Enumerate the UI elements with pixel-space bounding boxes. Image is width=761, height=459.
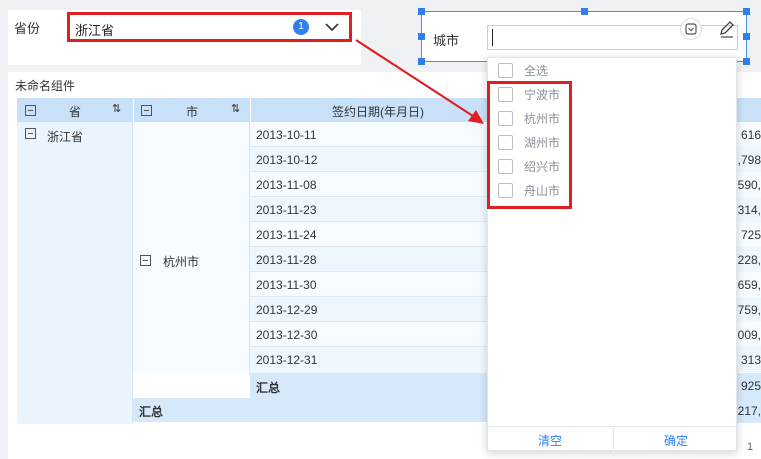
total-label: 汇总 — [139, 405, 164, 419]
province-select[interactable]: 浙江省 1 — [67, 12, 352, 42]
collapse-button[interactable] — [680, 18, 702, 40]
value-text: 759, — [737, 303, 761, 317]
city-value: 杭州市 — [163, 255, 200, 269]
value-text: 590, — [737, 178, 761, 192]
date-cell: 2013-12-30 — [256, 328, 318, 342]
highlight-box — [487, 81, 572, 209]
table-row: 2013-10-11 — [250, 122, 487, 147]
value-cell: 659, — [737, 272, 761, 297]
checkbox[interactable] — [498, 63, 513, 78]
table-row: 2013-10-12 — [250, 147, 487, 172]
option-label: 全选 — [524, 64, 549, 78]
resize-handle[interactable] — [581, 8, 588, 15]
divider — [613, 427, 614, 452]
date-cell: 2013-11-24 — [256, 228, 317, 242]
resize-handle[interactable] — [418, 33, 425, 40]
date-cell: 2013-10-11 — [256, 128, 317, 142]
city-filter-label: 城市 — [433, 33, 460, 48]
header-date-label: 签约日期(年月日) — [332, 105, 424, 119]
chevron-down-icon[interactable] — [322, 16, 342, 38]
city-cell: 杭州市 — [133, 122, 250, 374]
value-text: 009, — [737, 328, 761, 342]
resize-handle[interactable] — [418, 8, 425, 15]
value-text: 725 — [740, 228, 761, 242]
province-cell: 浙江省 — [17, 122, 133, 424]
value-text: 313 — [740, 353, 761, 367]
sort-icon[interactable]: ⇅ — [112, 102, 121, 115]
table-row: 2013-12-31 — [250, 347, 487, 374]
date-cell: 2013-12-31 — [256, 353, 318, 367]
collapse-icon[interactable] — [25, 105, 36, 116]
province-filter-label: 省份 — [14, 21, 41, 36]
value-cell: 725 — [737, 222, 761, 247]
collapse-icon[interactable] — [25, 128, 36, 139]
page-number: 1 — [747, 441, 754, 453]
total-row: 汇总 — [133, 398, 487, 422]
value-text: 659, — [737, 278, 761, 292]
resize-handle[interactable] — [743, 33, 750, 40]
value-cell: 313 — [737, 347, 761, 372]
text-caret — [492, 29, 493, 46]
header-date[interactable]: 签约日期(年月日) — [250, 98, 487, 122]
edit-pencil-icon[interactable] — [714, 17, 738, 41]
dropdown-footer: 清空 确定 — [488, 426, 736, 452]
date-cell: 2013-11-28 — [256, 253, 317, 267]
value-cell: ,798 — [737, 147, 761, 172]
table-row: 2013-11-24 — [250, 222, 487, 247]
clear-button[interactable]: 清空 — [538, 432, 562, 449]
value-cell: 217, — [737, 398, 761, 423]
value-cell: 314, — [737, 197, 761, 222]
header-value — [737, 98, 761, 122]
value-cell: 228, — [737, 247, 761, 272]
resize-handle[interactable] — [743, 8, 750, 15]
value-text: 616 — [740, 128, 761, 142]
selection-count-badge: 1 — [293, 19, 309, 35]
date-cell: 2013-11-23 — [256, 203, 317, 217]
resize-handle[interactable] — [743, 58, 750, 65]
table-row: 2013-12-29 — [250, 297, 487, 322]
value-cell: 590, — [737, 172, 761, 197]
value-cell: 759, — [737, 297, 761, 322]
collapse-icon[interactable] — [141, 105, 152, 116]
table-row: 2013-11-28 — [250, 247, 487, 272]
widget-title: 未命名组件 — [15, 79, 76, 93]
header-city[interactable]: 市 ⇅ — [133, 98, 250, 122]
value-text: 314, — [737, 203, 761, 217]
sort-icon[interactable]: ⇅ — [231, 102, 240, 115]
value-cell: 925 — [737, 373, 761, 398]
date-cell: 2013-11-30 — [256, 278, 317, 292]
confirm-button[interactable]: 确定 — [664, 432, 688, 449]
value-cell: 616 — [737, 122, 761, 147]
date-cell: 2013-11-08 — [256, 178, 317, 192]
date-cell: 2013-12-29 — [256, 303, 318, 317]
subtotal-label: 汇总 — [256, 381, 281, 395]
table-row: 2013-11-08 — [250, 172, 487, 197]
value-text: 925 — [740, 379, 761, 393]
subtotal-row: 汇总 — [250, 374, 487, 398]
value-cell: 009, — [737, 322, 761, 347]
dropdown-box-icon — [685, 23, 697, 35]
value-text: 217, — [737, 404, 761, 418]
province-value: 浙江省 — [47, 130, 84, 144]
header-province-label: 省 — [69, 105, 82, 119]
header-city-label: 市 — [186, 105, 199, 119]
resize-handle[interactable] — [418, 58, 425, 65]
table-row: 2013-11-23 — [250, 197, 487, 222]
value-text: ,798 — [737, 153, 761, 167]
province-select-value: 浙江省 — [75, 23, 115, 38]
table-row: 2013-11-30 — [250, 272, 487, 297]
date-cell: 2013-10-12 — [256, 153, 318, 167]
collapse-icon[interactable] — [140, 255, 151, 266]
table-row: 2013-12-30 — [250, 322, 487, 347]
header-province[interactable]: 省 ⇅ — [17, 98, 133, 122]
value-text: 228, — [737, 253, 761, 267]
